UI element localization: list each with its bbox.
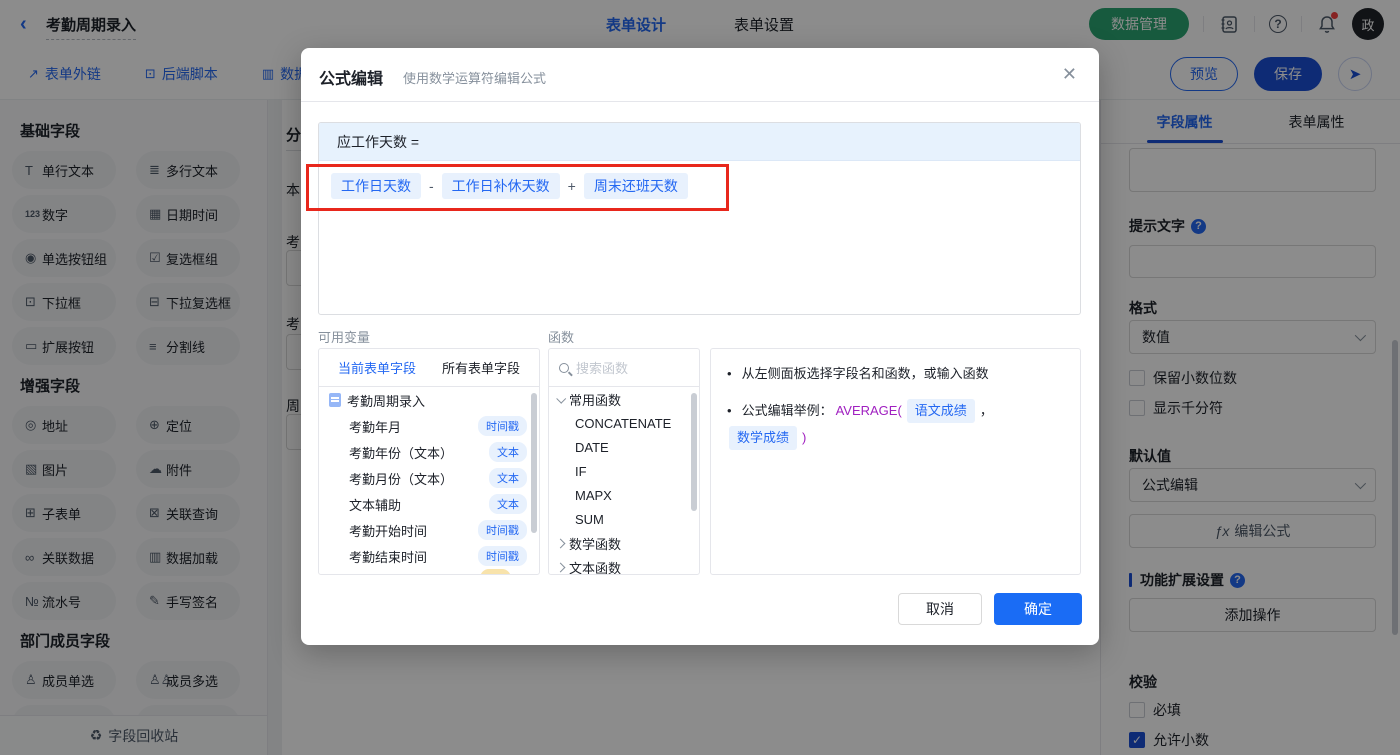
scrollbar-thumb[interactable] (691, 393, 697, 511)
tip-text: 从左侧面板选择字段名和函数，或输入函数 (741, 366, 989, 381)
tip-line-1: 从左侧面板选择字段名和函数，或输入函数 (727, 363, 1064, 385)
formula-expression: 工作日天数 - 工作日补休天数 + 周末还班天数 (319, 161, 1080, 199)
app-root: ‹ 考勤周期录入 表单设计 表单设置 数据管理 ? 政 ↗表单外链⊡后端脚本▥数… (0, 0, 1400, 755)
variables-root-row[interactable]: 考勤周期录入 (319, 387, 539, 413)
modal-title: 公式编辑 (319, 71, 384, 88)
variable-name: 考勤结束时间 (349, 549, 428, 565)
function-item[interactable]: IF (549, 459, 699, 483)
function-group-name: 文本函数 (569, 560, 622, 575)
variable-type-tag-partial (479, 569, 511, 574)
function-group-expanded[interactable]: 常用函数 (549, 387, 699, 411)
formula-field-chip[interactable]: 工作日补休天数 (441, 173, 560, 199)
variable-type-tag: 时间戳 (478, 520, 527, 540)
variable-row[interactable]: 考勤年份（文本） 文本 (319, 439, 539, 465)
tip-field-chip[interactable]: 语文成绩 (906, 399, 975, 423)
tip-field-chip[interactable]: 数学成绩 (729, 426, 798, 450)
tip-text: 公式编辑举例： (741, 403, 833, 418)
function-group-name: 数学函数 (569, 536, 622, 552)
variable-type-tag: 时间戳 (478, 416, 527, 436)
scrollbar-thumb[interactable] (531, 393, 537, 533)
variable-row[interactable]: 考勤月份（文本） 文本 (319, 465, 539, 491)
variable-name: 文本辅助 (349, 497, 402, 513)
variable-row[interactable]: 文本辅助 文本 (319, 491, 539, 517)
tip-function-close: ) (802, 430, 807, 445)
functions-label: 函数 (548, 330, 575, 345)
variable-name: 考勤开始时间 (349, 523, 428, 539)
variables-panel: 当前表单字段 所有表单字段 考勤周期录入 考勤年月 时间戳 考勤年份（文本） 文本 考勤月… (318, 348, 540, 575)
formula-field-chip[interactable]: 工作日天数 (331, 173, 421, 199)
formula-operator: - (429, 178, 434, 194)
variable-row[interactable]: 考勤开始时间 时间戳 (319, 517, 539, 543)
formula-target: 应工作天数 = (319, 123, 1080, 161)
function-item[interactable]: CONCATENATE (549, 411, 699, 435)
variable-name: 考勤年月 (349, 419, 402, 435)
search-placeholder: 搜索函数 (576, 361, 629, 376)
function-item[interactable]: SUM (549, 507, 699, 531)
search-icon (559, 362, 569, 373)
cancel-button[interactable]: 取消 (898, 593, 982, 625)
variable-row[interactable]: 考勤年月 时间戳 (319, 413, 539, 439)
function-item[interactable]: DATE (549, 435, 699, 459)
tab-current-form-fields[interactable]: 当前表单字段 (338, 358, 416, 377)
function-group-name: 常用函数 (569, 392, 622, 408)
variable-type-tag: 文本 (489, 468, 527, 488)
variable-name: 考勤年份（文本） (349, 445, 454, 461)
variable-type-tag: 文本 (489, 494, 527, 514)
tip-function-open: AVERAGE( (835, 403, 902, 418)
form-icon (329, 393, 341, 407)
formula-editor-box[interactable]: 应工作天数 = 工作日天数 - 工作日补休天数 + 周末还班天数 (318, 122, 1081, 315)
variables-label: 可用变量 (318, 330, 371, 345)
ok-button[interactable]: 确定 (994, 593, 1082, 625)
formula-field-chip[interactable]: 周末还班天数 (583, 173, 688, 199)
functions-panel: 搜索函数 常用函数 CONCATENATE DATE IF MAPX SUM 数学函数文本函… (548, 348, 700, 575)
modal-subtitle: 使用数学运算符编辑公式 (403, 71, 547, 86)
close-icon[interactable]: ✕ (1062, 64, 1077, 84)
chevron-right-icon (555, 538, 566, 548)
tab-all-form-fields[interactable]: 所有表单字段 (442, 358, 520, 377)
tip-comma: ， (979, 403, 993, 418)
formula-operator: + (567, 178, 576, 194)
formula-editor-modal: 公式编辑 使用数学运算符编辑公式 ✕ 应工作天数 = 工作日天数 - 工作日补休天数… (301, 48, 1099, 645)
function-search-input[interactable]: 搜索函数 (549, 349, 699, 387)
variable-name: 考勤月份（文本） (349, 471, 454, 487)
variables-list: 考勤周期录入 考勤年月 时间戳 考勤年份（文本） 文本 考勤月份（文本） 文本 文本辅助 文本考… (319, 387, 539, 574)
functions-list: 常用函数 CONCATENATE DATE IF MAPX SUM 数学函数文本函数 (549, 387, 699, 575)
variable-row[interactable]: 考勤结束时间 时间戳 (319, 543, 539, 569)
variables-root-name: 考勤周期录入 (347, 393, 426, 409)
modal-footer: 取消 确定 (898, 593, 1082, 625)
function-group-collapsed[interactable]: 数学函数 (549, 531, 699, 555)
chevron-right-icon (555, 562, 566, 572)
variable-type-tag: 文本 (489, 442, 527, 462)
tip-line-2: 公式编辑举例：AVERAGE( 语文成绩 ， 数学成绩) (727, 399, 1064, 450)
formula-tips-panel: 从左侧面板选择字段名和函数，或输入函数公式编辑举例：AVERAGE( 语文成绩 ， 数… (710, 348, 1081, 575)
variables-tabs: 当前表单字段 所有表单字段 (319, 349, 539, 387)
chevron-down-icon (556, 393, 567, 404)
modal-header: 公式编辑 使用数学运算符编辑公式 ✕ (301, 48, 1099, 102)
variable-type-tag: 时间戳 (478, 546, 527, 566)
function-item[interactable]: MAPX (549, 483, 699, 507)
function-group-collapsed[interactable]: 文本函数 (549, 555, 699, 575)
